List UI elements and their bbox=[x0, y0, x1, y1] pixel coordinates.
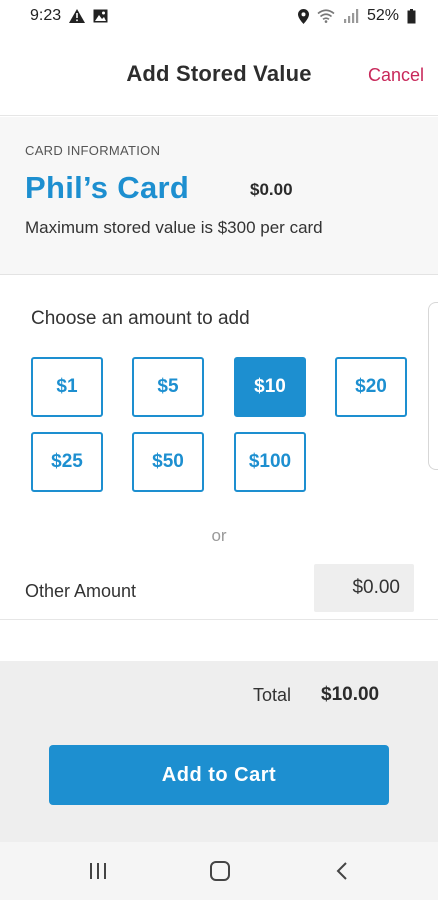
signal-icon bbox=[343, 9, 359, 23]
max-stored-value-note: Maximum stored value is $300 per card bbox=[25, 218, 323, 237]
amount-option-50[interactable]: $50 bbox=[132, 432, 204, 492]
amount-option-10[interactable]: $10 bbox=[234, 357, 306, 417]
location-icon bbox=[297, 8, 309, 24]
header: Add Stored Value Cancel bbox=[0, 32, 438, 116]
card-balance: $0.00 bbox=[250, 180, 293, 199]
or-divider: or bbox=[211, 526, 227, 545]
navigation-bar bbox=[0, 842, 438, 900]
back-icon[interactable] bbox=[322, 856, 362, 886]
card-information-label: CARD INFORMATION bbox=[25, 143, 161, 158]
cancel-button[interactable]: Cancel bbox=[368, 65, 424, 86]
amount-selection-section: Choose an amount to add $1 $5 $10 $20 $2… bbox=[0, 276, 438, 620]
total-value: $10.00 bbox=[321, 684, 380, 705]
scroll-indicator bbox=[428, 302, 438, 470]
card-information-section: CARD INFORMATION Phil’s Card $0.00 Maxim… bbox=[0, 117, 438, 275]
page-title: Add Stored Value bbox=[126, 60, 312, 86]
total-label: Total bbox=[253, 685, 292, 705]
amount-option-1[interactable]: $1 bbox=[31, 357, 103, 417]
other-amount-field[interactable] bbox=[314, 564, 414, 612]
status-time: 9:23 bbox=[30, 7, 62, 24]
order-summary-panel: Total $10.00 Add to Cart bbox=[0, 661, 438, 842]
card-name: Phil’s Card bbox=[25, 170, 190, 205]
status-bar: 9:23 52% bbox=[0, 0, 438, 32]
other-amount-label: Other Amount bbox=[25, 581, 137, 601]
battery-percent: 52% bbox=[366, 7, 399, 24]
amount-option-5[interactable]: $5 bbox=[132, 357, 204, 417]
warning-icon bbox=[69, 9, 86, 23]
status-left: 9:23 bbox=[30, 7, 108, 25]
amount-option-100[interactable]: $100 bbox=[234, 432, 306, 492]
amount-option-20[interactable]: $20 bbox=[335, 357, 407, 417]
spacer bbox=[0, 621, 438, 661]
home-icon[interactable] bbox=[200, 856, 240, 886]
status-right: 52% bbox=[297, 7, 416, 25]
choose-amount-label: Choose an amount to add bbox=[31, 308, 250, 329]
wifi-icon bbox=[317, 9, 335, 23]
recent-apps-icon[interactable] bbox=[78, 856, 118, 886]
add-to-cart-button[interactable]: Add to Cart bbox=[49, 745, 389, 805]
amount-option-25[interactable]: $25 bbox=[31, 432, 103, 492]
battery-icon bbox=[407, 8, 416, 24]
image-icon bbox=[93, 9, 108, 23]
